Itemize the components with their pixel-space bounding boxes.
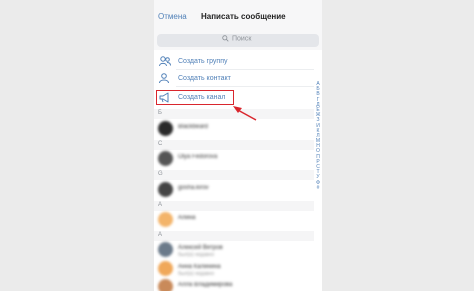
contact-row[interactable]: Алексей Ветров был(а) недавно xyxy=(154,240,314,260)
group-icon xyxy=(159,56,171,67)
contact-row[interactable]: Olya Fedorova xyxy=(154,149,314,169)
create-contact-item[interactable]: Создать контакт xyxy=(154,70,314,87)
index-letter[interactable]: # xyxy=(315,185,321,191)
search-container: Поиск xyxy=(154,32,322,50)
avatar xyxy=(158,261,173,276)
contact-row[interactable]: Алла Владимирова xyxy=(154,277,314,291)
contact-name: Blackbeard xyxy=(178,124,209,130)
page-title: Написать сообщение xyxy=(201,12,286,21)
contact-name: Olya Fedorova xyxy=(178,154,218,160)
create-group-label: Создать группу xyxy=(178,58,228,65)
avatar xyxy=(158,151,173,166)
section-header: G xyxy=(154,170,314,180)
avatar xyxy=(158,121,173,136)
avatar xyxy=(158,242,173,257)
contact-row[interactable]: gosha.kirov xyxy=(154,180,314,200)
avatar xyxy=(158,279,173,291)
divider xyxy=(176,86,314,87)
contact-row[interactable]: Анна Калинина был(а) недавно xyxy=(154,259,314,279)
contact-name: Алла Владимирова xyxy=(178,282,233,288)
contact-row[interactable]: Алина xyxy=(154,210,314,230)
create-group-item[interactable]: Создать группу xyxy=(154,53,314,70)
contact-name: Анна Калинина xyxy=(178,264,221,270)
add-contact-icon xyxy=(159,73,169,84)
avatar xyxy=(158,182,173,197)
contact-name: Алина xyxy=(178,215,196,221)
contact-name: Алексей Ветров xyxy=(178,245,223,251)
cancel-button[interactable]: Отмена xyxy=(158,12,187,21)
search-input[interactable]: Поиск xyxy=(157,34,319,47)
alphabet-index[interactable]: A Б В Г Д Е Ж З И К Л М Н О П Р С Т У Ф # xyxy=(315,81,321,191)
search-placeholder: Поиск xyxy=(232,35,252,43)
contact-name: gosha.kirov xyxy=(178,185,209,191)
section-header: Б xyxy=(154,109,314,119)
contact-row[interactable]: Blackbeard xyxy=(154,119,314,139)
navigation-bar: Отмена Написать сообщение xyxy=(154,0,322,32)
highlight-box xyxy=(156,90,234,105)
avatar xyxy=(158,212,173,227)
contact-status: был(а) недавно xyxy=(178,252,215,258)
search-icon xyxy=(222,35,229,42)
create-contact-label: Создать контакт xyxy=(178,75,231,82)
compose-screen: Отмена Написать сообщение Поиск Создать … xyxy=(154,0,322,291)
